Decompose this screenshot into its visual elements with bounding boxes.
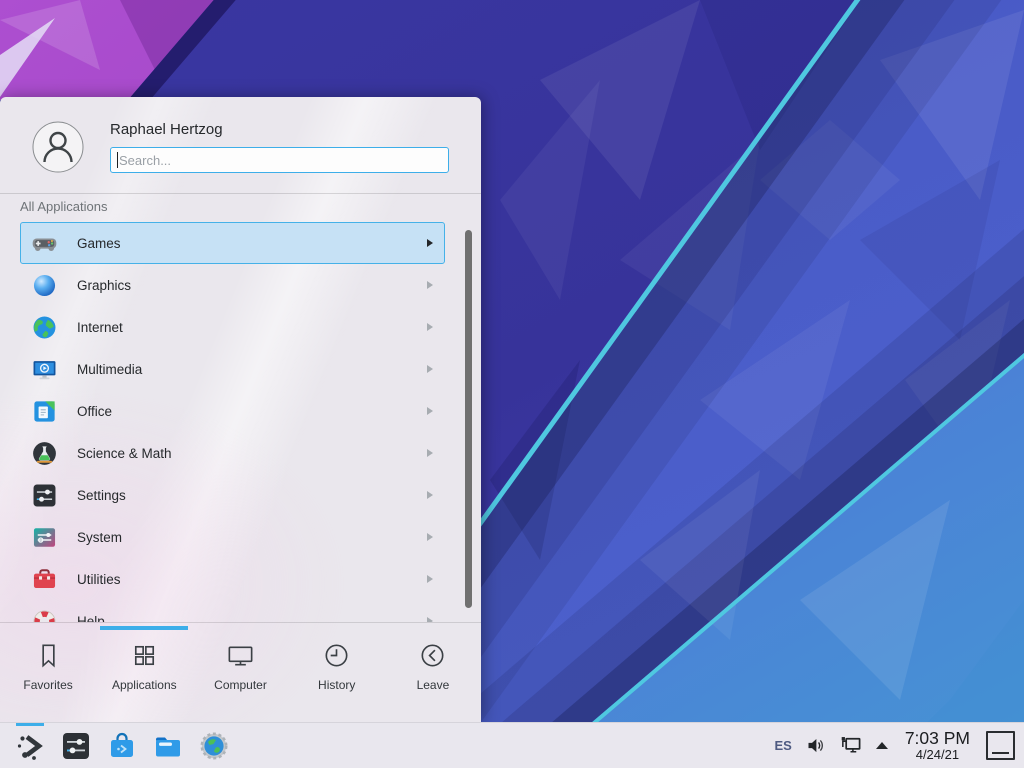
sliders-dark-icon (31, 482, 58, 509)
tab-label: History (318, 678, 355, 692)
category-row-system[interactable]: System (20, 516, 445, 558)
submenu-arrow-icon (426, 574, 434, 584)
search-wrap (110, 147, 449, 173)
tab-favorites[interactable]: Favorites (0, 640, 96, 722)
leave-circle-icon (417, 640, 448, 671)
category-row-graphics[interactable]: Graphics (20, 264, 445, 306)
category-label: Internet (77, 320, 123, 335)
category-label: Multimedia (77, 362, 142, 377)
list-scrollbar[interactable] (465, 230, 472, 608)
network-icon (839, 734, 862, 757)
user-avatar-icon (32, 121, 84, 173)
taskbar-panel: ES (0, 722, 1024, 768)
monitor-play-icon (31, 356, 58, 383)
submenu-arrow-icon (426, 322, 434, 332)
search-input[interactable] (110, 147, 449, 173)
desktop: Raphael Hertzog All Applications (0, 0, 1024, 768)
launcher-header: Raphael Hertzog (32, 121, 449, 177)
tab-label: Applications (112, 678, 177, 692)
file-manager-button[interactable] (145, 723, 191, 768)
category-row-help[interactable]: Help (20, 600, 445, 622)
header-separator (0, 193, 481, 194)
category-row-science-math[interactable]: Science & Math (20, 432, 445, 474)
expand-tray-button[interactable] (875, 741, 889, 750)
category-row-utilities[interactable]: Utilities (20, 558, 445, 600)
category-row-multimedia[interactable]: Multimedia (20, 348, 445, 390)
tab-label: Computer (214, 678, 267, 692)
user-avatar[interactable] (32, 121, 84, 173)
submenu-arrow-icon (426, 280, 434, 290)
application-launcher-menu: Raphael Hertzog All Applications (0, 97, 481, 722)
submenu-arrow-icon (426, 406, 434, 416)
user-name: Raphael Hertzog (110, 121, 449, 139)
taskbar-launchers (0, 723, 237, 768)
submenu-arrow-icon (426, 364, 434, 374)
submenu-arrow-icon (426, 490, 434, 500)
submenu-arrow-icon (426, 238, 434, 248)
system-settings-button[interactable] (53, 723, 99, 768)
category-row-internet[interactable]: Internet (20, 306, 445, 348)
category-label: Office (77, 404, 112, 419)
tab-label: Favorites (23, 678, 72, 692)
computer-icon (225, 640, 256, 671)
sliders-color-icon (31, 524, 58, 551)
system-settings-icon (60, 730, 92, 762)
file-manager-icon (152, 730, 184, 762)
volume-button[interactable] (805, 735, 826, 756)
text-caret (117, 152, 118, 168)
toolbox-icon (31, 566, 58, 593)
tab-leave[interactable]: Leave (385, 640, 481, 722)
volume-icon (805, 735, 826, 756)
launcher-tab-bar: Favorites Applications (0, 622, 481, 722)
keyboard-layout-indicator[interactable]: ES (774, 738, 791, 753)
submenu-arrow-icon (426, 532, 434, 542)
network-button[interactable] (839, 734, 862, 757)
flask-icon (31, 440, 58, 467)
clock-icon (321, 640, 352, 671)
application-category-list: Games Graphics (0, 222, 481, 622)
section-label: All Applications (20, 199, 107, 214)
category-row-games[interactable]: Games (20, 222, 445, 264)
caret-up-icon (875, 741, 889, 750)
category-label: System (77, 530, 122, 545)
tab-applications[interactable]: Applications (96, 640, 192, 722)
application-launcher-button[interactable] (7, 723, 53, 768)
system-tray: ES (774, 729, 1024, 762)
active-tab-indicator (100, 626, 188, 630)
grid-icon (129, 640, 160, 671)
clock-time: 7:03 PM (905, 729, 970, 747)
category-label: Utilities (77, 572, 121, 587)
discover-store-icon (106, 730, 138, 762)
digital-clock[interactable]: 7:03 PM 4/24/21 (905, 729, 970, 762)
tab-history[interactable]: History (289, 640, 385, 722)
category-label: Help (77, 614, 105, 623)
category-label: Games (77, 236, 121, 251)
category-label: Science & Math (77, 446, 172, 461)
category-label: Graphics (77, 278, 131, 293)
submenu-arrow-icon (426, 448, 434, 458)
web-browser-icon (198, 730, 230, 762)
header-right: Raphael Hertzog (110, 121, 449, 177)
tab-computer[interactable]: Computer (192, 640, 288, 722)
gamepad-icon (31, 230, 58, 257)
clock-date: 4/24/21 (916, 747, 959, 762)
category-row-settings[interactable]: Settings (20, 474, 445, 516)
discover-store-button[interactable] (99, 723, 145, 768)
category-row-office[interactable]: Office (20, 390, 445, 432)
web-browser-button[interactable] (191, 723, 237, 768)
lifering-icon (31, 608, 58, 623)
document-icon (31, 398, 58, 425)
globe-icon (31, 314, 58, 341)
application-launcher-icon (14, 730, 46, 762)
tab-label: Leave (417, 678, 450, 692)
show-desktop-button[interactable] (986, 731, 1015, 760)
sphere-icon (31, 272, 58, 299)
bookmark-icon (33, 640, 64, 671)
category-label: Settings (77, 488, 126, 503)
